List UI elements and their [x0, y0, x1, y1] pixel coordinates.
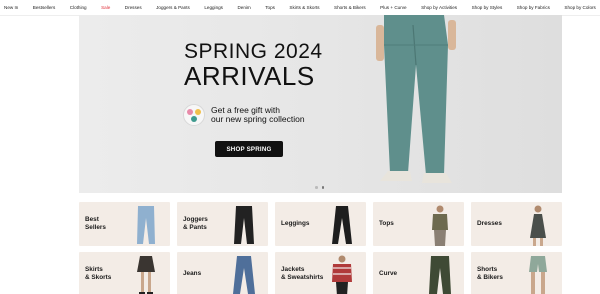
category-grid: Best Sellers Joggers & Pants Leggings To…: [79, 202, 562, 294]
category-label: Skirts & Skorts: [85, 266, 112, 281]
nav-shop-by-fabrics[interactable]: Shop by Fabrics: [517, 5, 550, 10]
pants-image: [234, 206, 254, 244]
category-label: Curve: [379, 270, 398, 277]
category-label: Jeans: [183, 270, 202, 277]
nav-denim[interactable]: Denim: [237, 5, 250, 10]
category-label: Best Sellers: [85, 216, 106, 231]
hero-banner[interactable]: SPRING 2024 ARRIVALS Get a free gift wit…: [79, 15, 562, 193]
category-tile-curve[interactable]: Curve: [373, 252, 464, 294]
top-navigation: New In Bestsellers Clothing Sale Dresses…: [0, 0, 600, 16]
category-tile-jackets-sweatshirts[interactable]: Jackets & Sweatshirts: [275, 252, 366, 294]
leggings-image: [332, 206, 352, 244]
jeans-image: [233, 256, 255, 294]
carousel-dot-active[interactable]: [321, 186, 324, 189]
hero-title-line2: ARRIVALS: [184, 61, 315, 91]
nav-shop-by-colors[interactable]: Shop by Colors: [564, 5, 595, 10]
nav-skirts-skorts[interactable]: Skirts & Skorts: [289, 5, 319, 10]
hero-title-line1: SPRING 2024: [184, 40, 323, 63]
jacket-image: [332, 255, 352, 294]
category-label: Joggers & Pants: [183, 216, 208, 231]
nav-joggers-pants[interactable]: Joggers & Pants: [156, 5, 190, 10]
category-label: Jackets & Sweatshirts: [281, 266, 324, 281]
nav-bestsellers[interactable]: Bestsellers: [33, 5, 55, 10]
gift-text: Get a free gift with our new spring coll…: [211, 105, 305, 125]
nav-leggings[interactable]: Leggings: [204, 5, 223, 10]
nav-tops[interactable]: Tops: [265, 5, 275, 10]
carousel-dot[interactable]: [315, 186, 318, 189]
category-tile-best-sellers[interactable]: Best Sellers: [79, 202, 170, 246]
shorts-image: [529, 256, 547, 294]
gift-badge-icon: [183, 104, 205, 126]
gift-text-line2: our new spring collection: [211, 114, 305, 124]
hero-model-image: [376, 15, 456, 183]
category-tile-dresses[interactable]: Dresses: [471, 202, 562, 246]
dress-image: [530, 205, 546, 246]
top-image: [432, 205, 448, 246]
skirt-image: [137, 256, 155, 294]
free-gift-promo: Get a free gift with our new spring coll…: [183, 104, 305, 126]
category-label: Leggings: [281, 220, 310, 227]
category-label: Shorts & Bikers: [477, 266, 503, 281]
nav-shop-by-styles[interactable]: Shop by Styles: [472, 5, 503, 10]
category-tile-skirts-skorts[interactable]: Skirts & Skorts: [79, 252, 170, 294]
nav-dresses[interactable]: Dresses: [125, 5, 142, 10]
page: New In Bestsellers Clothing Sale Dresses…: [0, 0, 600, 294]
nav-shorts-bikers[interactable]: Shorts & Bikers: [334, 5, 366, 10]
category-label: Tops: [379, 220, 394, 227]
nav-new-in[interactable]: New In: [4, 5, 18, 10]
nav-shop-by-activities[interactable]: Shop by Activities: [421, 5, 457, 10]
pants-image: [429, 256, 451, 294]
shop-spring-button[interactable]: SHOP SPRING: [215, 141, 283, 157]
category-label: Dresses: [477, 220, 502, 227]
nav-clothing[interactable]: Clothing: [70, 5, 87, 10]
carousel-dots: [315, 186, 324, 189]
nav-plus-curve[interactable]: Plus + Curve: [380, 5, 406, 10]
category-tile-joggers-pants[interactable]: Joggers & Pants: [177, 202, 268, 246]
category-tile-leggings[interactable]: Leggings: [275, 202, 366, 246]
category-tile-shorts-bikers[interactable]: Shorts & Bikers: [471, 252, 562, 294]
category-tile-jeans[interactable]: Jeans: [177, 252, 268, 294]
hero-title: SPRING 2024 ARRIVALS: [184, 41, 323, 89]
jeans-image: [137, 206, 155, 244]
nav-sale[interactable]: Sale: [101, 5, 110, 10]
category-tile-tops[interactable]: Tops: [373, 202, 464, 246]
